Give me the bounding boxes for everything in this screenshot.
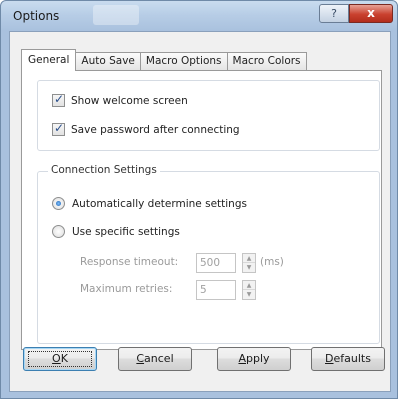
tab-general[interactable]: General [21, 49, 77, 71]
cancel-button[interactable]: Cancel [118, 347, 192, 371]
radio-selected-dot-icon [56, 201, 61, 206]
response-timeout-label: Response timeout: [80, 256, 179, 268]
response-timeout-input[interactable]: 500 [196, 253, 236, 273]
checkmark-icon: ✓ [53, 92, 65, 106]
close-button[interactable]: x [349, 4, 393, 23]
cancel-mnemonic: C [136, 352, 145, 365]
defaults-mnemonic: D [325, 352, 334, 365]
max-retries-label: Maximum retries: [80, 283, 173, 295]
defaults-button[interactable]: Defaults [311, 347, 385, 371]
options-dialog: Options ? x General Auto Save Macro Opti… [0, 0, 398, 399]
spin-up-icon[interactable]: ▲ [243, 281, 255, 290]
show-welcome-row[interactable]: ✓ Show welcome screen [52, 92, 188, 107]
focus-rectangle [28, 351, 92, 367]
ok-button[interactable]: OK [23, 347, 97, 371]
auto-settings-label: Automatically determine settings [72, 197, 247, 210]
help-button[interactable]: ? [319, 4, 349, 23]
general-options-group [37, 80, 380, 151]
apply-label-rest: pply [246, 352, 270, 365]
response-timeout-spinner[interactable]: ▲ ▼ [242, 253, 256, 273]
save-password-checkbox[interactable]: ✓ [52, 121, 65, 136]
checkmark-icon: ✓ [53, 121, 65, 135]
max-retries-input[interactable]: 5 [196, 280, 236, 300]
show-welcome-label: Show welcome screen [71, 94, 188, 107]
tab-auto-save[interactable]: Auto Save [75, 52, 141, 71]
title-bar-blur [93, 5, 139, 25]
spin-down-icon[interactable]: ▼ [243, 263, 255, 272]
spin-down-icon[interactable]: ▼ [243, 290, 255, 299]
auto-settings-radio[interactable] [52, 197, 65, 210]
window-title: Options [13, 9, 60, 23]
specific-settings-radio[interactable] [52, 225, 65, 238]
apply-button[interactable]: Apply [217, 347, 291, 371]
specific-settings-label: Use specific settings [72, 225, 180, 238]
dialog-client-area: General Auto Save Macro Options Macro Co… [9, 31, 391, 392]
defaults-label-rest: efaults [333, 352, 371, 365]
auto-settings-row[interactable]: Automatically determine settings [52, 197, 247, 210]
response-timeout-unit: (ms) [260, 256, 284, 268]
save-password-label: Save password after connecting [71, 123, 240, 136]
cancel-label-rest: ancel [144, 352, 174, 365]
tab-macro-options[interactable]: Macro Options [139, 52, 228, 71]
max-retries-spinner[interactable]: ▲ ▼ [242, 280, 256, 300]
specific-settings-row[interactable]: Use specific settings [52, 225, 180, 238]
title-bar[interactable]: Options ? x [1, 1, 397, 31]
spin-up-icon[interactable]: ▲ [243, 254, 255, 263]
apply-mnemonic: A [238, 352, 246, 365]
show-welcome-checkbox[interactable]: ✓ [52, 92, 65, 107]
tab-macro-colors[interactable]: Macro Colors [226, 52, 307, 71]
tab-strip: General Auto Save Macro Options Macro Co… [21, 49, 307, 71]
save-password-row[interactable]: ✓ Save password after connecting [52, 121, 240, 136]
connection-settings-caption: Connection Settings [48, 164, 160, 176]
